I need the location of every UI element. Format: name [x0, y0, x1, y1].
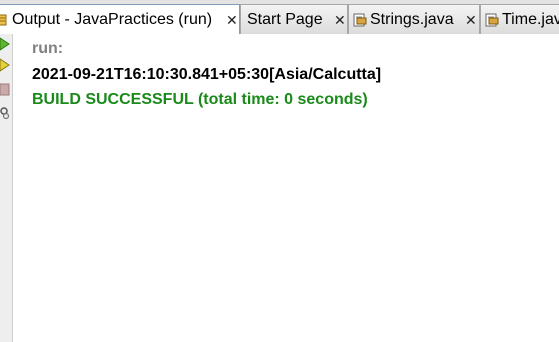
- rerun-with-arguments-icon[interactable]: [0, 58, 10, 72]
- tab-output[interactable]: Output - JavaPractices (run) ✕: [0, 4, 240, 35]
- tab-output-close-icon[interactable]: ✕: [226, 11, 238, 29]
- tab-output-label: Output - JavaPractices (run): [12, 11, 213, 28]
- settings-icon[interactable]: [0, 106, 10, 120]
- tab-time-java-label: Time.jav: [502, 11, 559, 28]
- tab-start-page[interactable]: Start Page ✕: [240, 4, 348, 34]
- editor-tab-bar: Output - JavaPractices (run) ✕ Start Pag…: [0, 0, 559, 35]
- tab-start-page-close-icon[interactable]: ✕: [334, 11, 346, 29]
- tab-strings-java-close-icon[interactable]: ✕: [465, 11, 477, 29]
- output-toolbar: [0, 34, 13, 342]
- java-file-icon: [353, 13, 367, 27]
- ide-output-window: Output - JavaPractices (run) ✕ Start Pag…: [0, 0, 559, 342]
- program-output-line: 2021-09-21T16:10:30.841+05:30[Asia/Calcu…: [32, 66, 382, 83]
- run-line: run:: [32, 40, 64, 57]
- java-file-icon: [485, 13, 499, 27]
- tab-strings-java[interactable]: Strings.java ✕: [348, 4, 480, 34]
- tab-strings-java-label: Strings.java: [370, 11, 454, 28]
- output-icon: [0, 13, 7, 27]
- tab-start-page-label: Start Page: [247, 11, 323, 28]
- stop-icon[interactable]: [0, 83, 10, 97]
- tab-time-java[interactable]: Time.jav: [480, 4, 559, 34]
- build-status-line: BUILD SUCCESSFUL (total time: 0 seconds): [32, 91, 368, 108]
- output-console[interactable]: run: 2021-09-21T16:10:30.841+05:30[Asia/…: [14, 34, 559, 342]
- rerun-icon[interactable]: [0, 37, 10, 51]
